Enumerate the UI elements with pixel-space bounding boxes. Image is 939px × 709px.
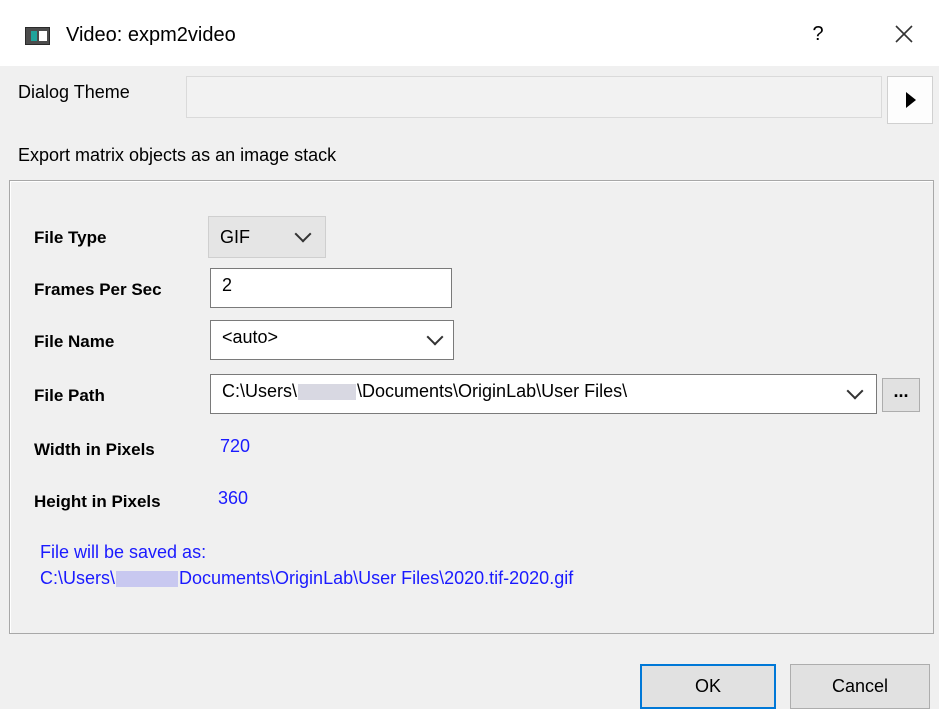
chevron-down-icon xyxy=(426,328,444,346)
file-path-prefix: C:\Users\ xyxy=(222,381,298,401)
ok-button[interactable]: OK xyxy=(640,664,776,709)
video-app-icon xyxy=(25,27,50,45)
save-path-suffix: Documents\OriginLab\User Files\2020.tif-… xyxy=(179,568,574,588)
frames-per-sec-value: 2 xyxy=(222,275,233,295)
height-label: Height in Pixels xyxy=(34,492,161,511)
cancel-button[interactable]: Cancel xyxy=(790,664,930,709)
height-value: 360 xyxy=(218,488,249,508)
file-path-label: File Path xyxy=(34,386,105,405)
save-path-prefix: C:\Users\ xyxy=(40,568,116,588)
width-value: 720 xyxy=(220,436,251,456)
close-icon xyxy=(895,25,913,43)
play-arrow-icon xyxy=(906,92,916,108)
redacted-username xyxy=(298,384,357,401)
dialog-theme-combo[interactable] xyxy=(186,76,882,118)
file-path-combo[interactable]: C:\Users\ \Documents\OriginLab\User Files… xyxy=(210,374,877,414)
browse-button[interactable]: ... xyxy=(882,378,920,412)
file-type-select[interactable]: GIF xyxy=(208,216,326,258)
save-as-path: C:\Users\ Documents\OriginLab\User Files\… xyxy=(40,568,573,589)
file-name-label: File Name xyxy=(34,332,115,351)
title-bar: Video: expm2video ? xyxy=(0,0,939,66)
file-type-label: File Type xyxy=(34,228,107,247)
dialog-theme-label: Dialog Theme xyxy=(18,82,130,102)
chevron-down-icon xyxy=(294,225,312,243)
redacted-username xyxy=(116,571,179,588)
save-as-caption: File will be saved as: xyxy=(40,542,207,562)
window-title: Video: expm2video xyxy=(66,24,236,46)
dialog-description: Export matrix objects as an image stack xyxy=(18,145,337,165)
file-name-value: <auto> xyxy=(222,327,279,347)
file-path-value: C:\Users\ \Documents\OriginLab\User Files… xyxy=(222,381,627,402)
chevron-down-icon xyxy=(846,382,864,400)
frames-per-sec-label: Frames Per Sec xyxy=(34,280,162,299)
frames-per-sec-input[interactable]: 2 xyxy=(210,268,452,308)
width-label: Width in Pixels xyxy=(34,440,155,459)
file-name-combo[interactable]: <auto> xyxy=(210,320,454,360)
file-type-value: GIF xyxy=(220,227,250,247)
help-button[interactable]: ? xyxy=(806,19,830,49)
dialog-window: Video: expm2video ? Dialog Theme Export … xyxy=(0,0,939,709)
close-button[interactable] xyxy=(889,19,919,49)
theme-menu-button[interactable] xyxy=(887,76,933,124)
file-path-suffix: \Documents\OriginLab\User Files\ xyxy=(357,381,628,401)
